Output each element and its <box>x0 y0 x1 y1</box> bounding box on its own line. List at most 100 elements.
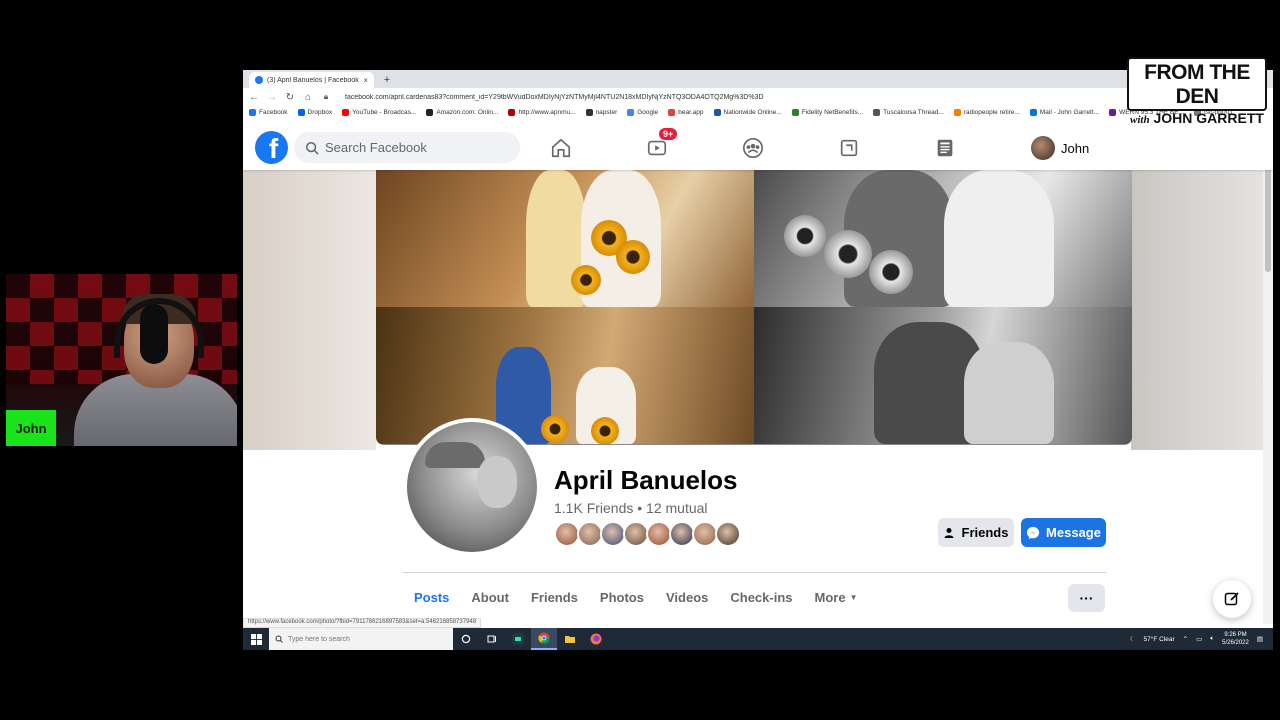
friends-button-label: Friends <box>961 525 1009 540</box>
bookmark-item[interactable]: YouTube - Broadcas... <box>342 108 416 116</box>
user-name: John <box>1061 140 1090 156</box>
tab-friends[interactable]: Friends <box>520 582 589 613</box>
cortana-button[interactable] <box>453 628 479 650</box>
forward-icon[interactable]: → <box>267 92 277 103</box>
bookmark-favicon-icon <box>1029 108 1037 116</box>
taskbar-app-firefox[interactable] <box>583 628 609 650</box>
mutual-friends-avatars[interactable] <box>554 521 741 547</box>
profile-content: April Banuelos 1.1K Friends • 12 mutual … <box>243 170 1273 624</box>
nav-groups[interactable] <box>739 134 767 162</box>
profile-picture[interactable] <box>403 418 541 556</box>
weather-text[interactable]: 57°F Clear <box>1143 636 1174 643</box>
facebook-logo-icon[interactable]: f <box>255 131 288 164</box>
streamer <box>64 294 237 446</box>
tray-chevron-icon[interactable]: ⌃ <box>1183 635 1188 643</box>
task-view-button[interactable] <box>479 628 505 650</box>
bookmark-item[interactable]: Tuscaloosa Thread... <box>873 108 944 116</box>
lock-icon[interactable]: 🔒︎ <box>321 92 331 102</box>
bookmark-item[interactable]: bear.app <box>668 108 704 116</box>
bookmark-item[interactable]: radiopeople retire... <box>953 108 1020 116</box>
bookmark-favicon-icon <box>297 108 305 116</box>
tab-about[interactable]: About <box>460 582 520 613</box>
facebook-header: f 9+ John <box>243 126 1273 170</box>
search-input[interactable] <box>325 140 505 155</box>
nav-gaming[interactable] <box>835 134 863 162</box>
taskbar-app-chrome[interactable] <box>531 628 557 650</box>
new-tab-button[interactable]: + <box>378 72 396 88</box>
start-button[interactable] <box>243 628 269 650</box>
reload-icon[interactable]: ↻ <box>285 92 295 103</box>
tab-close-icon[interactable]: × <box>363 76 368 85</box>
cover-collage-tile <box>754 307 1132 444</box>
taskbar-app-explorer[interactable] <box>557 628 583 650</box>
bookmark-favicon-icon <box>585 108 593 116</box>
new-message-button[interactable] <box>1213 580 1251 618</box>
cover-photo[interactable] <box>376 170 1132 445</box>
tab-more[interactable]: More ▼ <box>804 582 869 613</box>
more-options-button[interactable]: ··· <box>1068 584 1105 612</box>
profile-name: April Banuelos <box>554 465 738 495</box>
logo-line-1: FROM THE DEN <box>1144 61 1250 108</box>
watch-icon <box>647 140 667 156</box>
nav-watch[interactable]: 9+ <box>643 128 678 162</box>
tab-photos[interactable]: Photos <box>589 582 655 613</box>
tab-check-ins[interactable]: Check-ins <box>719 582 803 613</box>
news-icon <box>937 139 953 157</box>
bookmark-item[interactable]: Facebook <box>249 108 288 116</box>
tab-bar: (3) April Banuelos | Facebook × + <box>243 70 1273 88</box>
bookmark-item[interactable]: Nationwide Online... <box>713 108 782 116</box>
network-icon[interactable]: ▭ <box>1196 635 1202 643</box>
nav-home[interactable] <box>547 134 575 162</box>
cover-collage-tile <box>754 170 1132 307</box>
browser-tab-facebook[interactable]: (3) April Banuelos | Facebook × <box>249 72 374 88</box>
chrome-icon <box>538 632 550 644</box>
weather-moon-icon: ☾ <box>1129 636 1136 643</box>
profile-tabs: Posts About Friends Photos Videos Check-ins Mo… <box>403 582 869 613</box>
back-icon[interactable]: ← <box>249 92 259 103</box>
bookmark-item[interactable]: Fidelity NetBenefits... <box>791 108 863 116</box>
bookmark-favicon-icon <box>627 108 635 116</box>
friend-check-icon <box>944 527 954 538</box>
mutual-friend-avatar[interactable] <box>715 521 741 547</box>
friends-button[interactable]: Friends <box>938 518 1014 547</box>
facebook-favicon-icon <box>255 76 263 84</box>
cortana-icon <box>461 634 471 644</box>
bookmark-favicon-icon <box>791 108 799 116</box>
home-icon[interactable]: ⌂ <box>303 92 313 103</box>
bookmark-item[interactable]: Google <box>627 108 658 116</box>
bookmark-favicon-icon <box>713 108 721 116</box>
message-button-label: Message <box>1046 525 1101 540</box>
bookmark-favicon-icon <box>668 108 676 116</box>
nav-news[interactable] <box>931 134 959 162</box>
webcam-feed: John <box>6 274 237 446</box>
friends-count[interactable]: 1.1K Friends • 12 mutual <box>554 500 708 516</box>
bookmark-item[interactable]: napster <box>585 108 617 116</box>
taskbar-clock[interactable]: 9:26 PM 5/26/2022 <box>1222 631 1249 647</box>
bookmark-favicon-icon <box>873 108 881 116</box>
taskbar-search[interactable] <box>269 628 453 650</box>
volume-icon[interactable]: 🔈︎ <box>1210 635 1214 643</box>
bookmark-item[interactable]: http://www.apnmu... <box>508 108 576 116</box>
bookmark-item[interactable]: Amazon.com: Onlin... <box>426 108 498 116</box>
message-button[interactable]: Message <box>1021 518 1106 547</box>
notification-center-icon[interactable]: ▤ <box>1257 635 1263 643</box>
profile-chip[interactable]: John <box>1031 132 1089 164</box>
tab-posts[interactable]: Posts <box>403 582 460 613</box>
bookmark-favicon-icon <box>342 108 350 116</box>
facebook-search[interactable] <box>294 132 520 163</box>
windows-taskbar: ☾ 57°F Clear ⌃ ▭ 🔈︎ 9:26 PM 5/26/2022 ▤ <box>243 628 1273 650</box>
address-bar: ← → ↻ ⌂ 🔒︎ facebook.com/april.cardenas83… <box>243 88 1273 106</box>
system-tray: ☾ 57°F Clear ⌃ ▭ 🔈︎ 9:26 PM 5/26/2022 ▤ <box>1130 631 1273 647</box>
taskbar-app-audition[interactable] <box>505 628 531 650</box>
bookmark-favicon-icon <box>953 108 961 116</box>
bookmark-item[interactable]: Mail - John Garrett... <box>1029 108 1099 116</box>
bookmark-item[interactable]: Dropbox <box>297 108 332 116</box>
microphone <box>140 304 168 364</box>
bookmark-favicon-icon <box>249 108 256 116</box>
divider <box>403 572 1106 573</box>
page-scrollbar[interactable] <box>1263 126 1273 624</box>
tab-videos[interactable]: Videos <box>655 582 719 613</box>
taskbar-search-input[interactable] <box>288 635 438 643</box>
gaming-icon <box>840 139 858 157</box>
folder-icon <box>565 636 575 643</box>
